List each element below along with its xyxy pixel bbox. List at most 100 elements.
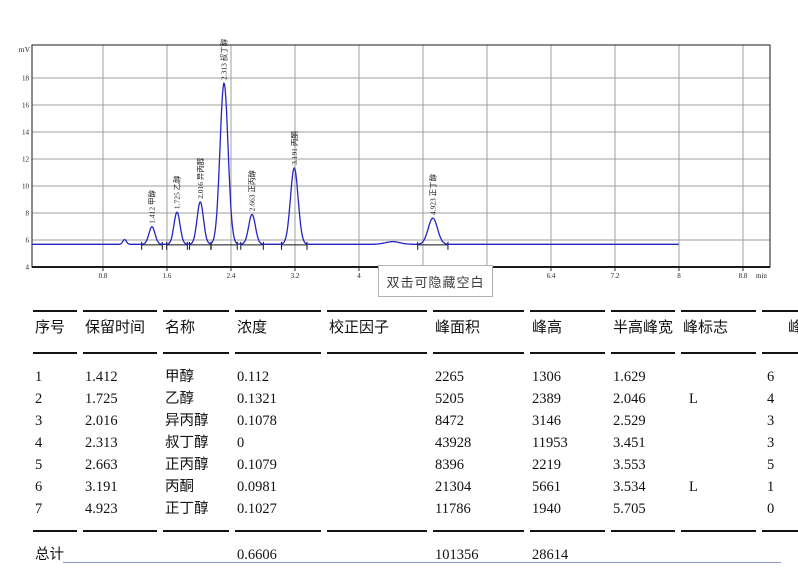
x-tick-label: 4 bbox=[357, 272, 361, 280]
table-cell: 1 bbox=[762, 476, 798, 498]
peak-label: 4.923 正丁醇 bbox=[427, 173, 437, 215]
table-rule-segment bbox=[681, 352, 762, 354]
table-row[interactable]: 74.923正丁醇0.10271178619405.7050 bbox=[33, 498, 798, 520]
table-rule-segment bbox=[327, 310, 433, 312]
totals-cell bbox=[762, 544, 798, 566]
peak-label: 1.412 甲醇 bbox=[146, 189, 156, 223]
table-cell: 11786 bbox=[433, 498, 530, 520]
hide-blank-tooltip: 双击可隐藏空白 bbox=[378, 265, 493, 297]
table-rule-segment bbox=[433, 310, 530, 312]
table-cell: 叔丁醇 bbox=[163, 432, 235, 454]
table-rule-segment bbox=[433, 352, 530, 354]
x-tick-label: 1.6 bbox=[163, 272, 172, 280]
column-header: 校正因子 bbox=[327, 316, 433, 340]
table-rule-segment bbox=[83, 310, 163, 312]
table-cell: 4.923 bbox=[83, 498, 163, 520]
totals-cell: 28614 bbox=[530, 544, 611, 566]
table-cell: 3.451 bbox=[611, 432, 681, 454]
tooltip-text: 双击可隐藏空白 bbox=[386, 272, 484, 291]
table-cell: 1.412 bbox=[83, 366, 163, 388]
column-header: 保留时间 bbox=[83, 316, 163, 340]
table-cell: 1940 bbox=[530, 498, 611, 520]
table-cell: 2389 bbox=[530, 388, 611, 410]
table-rule-segment bbox=[611, 352, 681, 354]
peak-label: 2.016 异丙醇 bbox=[195, 157, 205, 199]
column-header: 名称 bbox=[163, 316, 235, 340]
table-cell: 3 bbox=[762, 410, 798, 432]
table-cell: 3.191 bbox=[83, 476, 163, 498]
table-row[interactable]: 63.191丙酮0.09812130456613.534L1 bbox=[33, 476, 798, 498]
table-cell: 2265 bbox=[433, 366, 530, 388]
table-rule-segment bbox=[530, 310, 611, 312]
y-tick-label: 6 bbox=[26, 237, 30, 245]
peak-label: 1.725 乙醇 bbox=[172, 175, 182, 209]
peak-label: 2.313 叔丁醇 bbox=[219, 38, 229, 80]
table-cell: 1.725 bbox=[83, 388, 163, 410]
table-rule bbox=[33, 530, 798, 532]
column-header: 半高峰宽 bbox=[611, 316, 681, 340]
table-cell: 2 bbox=[33, 388, 83, 410]
totals-cell bbox=[611, 544, 681, 566]
table-rule-segment bbox=[163, 530, 235, 532]
peak-results-table: 序号保留时间名称浓度校正因子峰面积峰高半高峰宽峰标志峰11.412甲醇0.112… bbox=[33, 305, 798, 566]
table-cell: 2.016 bbox=[83, 410, 163, 432]
x-tick-label: 8.8 bbox=[739, 272, 748, 280]
totals-cell: 101356 bbox=[433, 544, 530, 566]
table-row[interactable]: 42.313叔丁醇043928119533.4513 bbox=[33, 432, 798, 454]
table-cell: 2.046 bbox=[611, 388, 681, 410]
column-header: 峰高 bbox=[530, 316, 611, 340]
y-tick-label: 4 bbox=[26, 264, 30, 272]
x-tick-label: 0.8 bbox=[99, 272, 108, 280]
table-rule-segment bbox=[530, 352, 611, 354]
table-cell: 8472 bbox=[433, 410, 530, 432]
peak-label: 3.191 丙酮 bbox=[290, 131, 299, 165]
table-cell: 0.1078 bbox=[235, 410, 327, 432]
table-cell: 0.1027 bbox=[235, 498, 327, 520]
table-cell: 0 bbox=[762, 498, 798, 520]
x-tick-label: 2.4 bbox=[227, 272, 236, 280]
table-cell: 1 bbox=[33, 366, 83, 388]
table-row[interactable]: 52.663正丙醇0.1079839622193.5535 bbox=[33, 454, 798, 476]
table-row[interactable]: 21.725乙醇0.1321520523892.046L4 bbox=[33, 388, 798, 410]
table-cell: 4 bbox=[762, 388, 798, 410]
table-cell bbox=[327, 388, 433, 410]
table-rule bbox=[33, 352, 798, 354]
x-tick-label: 3.2 bbox=[291, 272, 300, 280]
table-rule-segment bbox=[611, 530, 681, 532]
table-cell: 43928 bbox=[433, 432, 530, 454]
table-cell bbox=[327, 366, 433, 388]
table-cell: 3 bbox=[33, 410, 83, 432]
totals-row: 总计0.660610135628614 bbox=[33, 544, 798, 566]
totals-cell bbox=[681, 544, 762, 566]
table-row[interactable]: 11.412甲醇0.112226513061.6296 bbox=[33, 366, 798, 388]
table-rule-segment bbox=[83, 530, 163, 532]
table-cell bbox=[681, 432, 762, 454]
table-cell: 0.112 bbox=[235, 366, 327, 388]
y-tick-label: 10 bbox=[22, 183, 30, 191]
totals-cell: 总计 bbox=[33, 544, 83, 566]
table-cell bbox=[327, 454, 433, 476]
table-cell: 0 bbox=[235, 432, 327, 454]
table-cell bbox=[681, 366, 762, 388]
table-cell: 4 bbox=[33, 432, 83, 454]
table-cell: 5 bbox=[762, 454, 798, 476]
table-cell bbox=[327, 432, 433, 454]
totals-cell bbox=[163, 544, 235, 566]
table-cell: 0.1321 bbox=[235, 388, 327, 410]
table-rule-segment bbox=[762, 310, 798, 312]
table-rule-segment bbox=[235, 310, 327, 312]
table-row[interactable]: 32.016异丙醇0.1078847231462.5293 bbox=[33, 410, 798, 432]
column-header: 峰面积 bbox=[433, 316, 530, 340]
table-cell: 6 bbox=[762, 366, 798, 388]
table-cell bbox=[327, 476, 433, 498]
table-cell: 3.534 bbox=[611, 476, 681, 498]
table-rule-segment bbox=[327, 530, 433, 532]
table-rule-segment bbox=[163, 352, 235, 354]
y-tick-label: 14 bbox=[22, 129, 30, 137]
chromatogram-plot[interactable]: mV46810121416180.81.62.43.244.85.66.47.2… bbox=[0, 0, 798, 300]
x-tick-label: 7.2 bbox=[611, 272, 620, 280]
table-rule-segment bbox=[762, 530, 798, 532]
table-cell: 1.629 bbox=[611, 366, 681, 388]
table-rule-segment bbox=[33, 310, 83, 312]
table-cell: 3 bbox=[762, 432, 798, 454]
